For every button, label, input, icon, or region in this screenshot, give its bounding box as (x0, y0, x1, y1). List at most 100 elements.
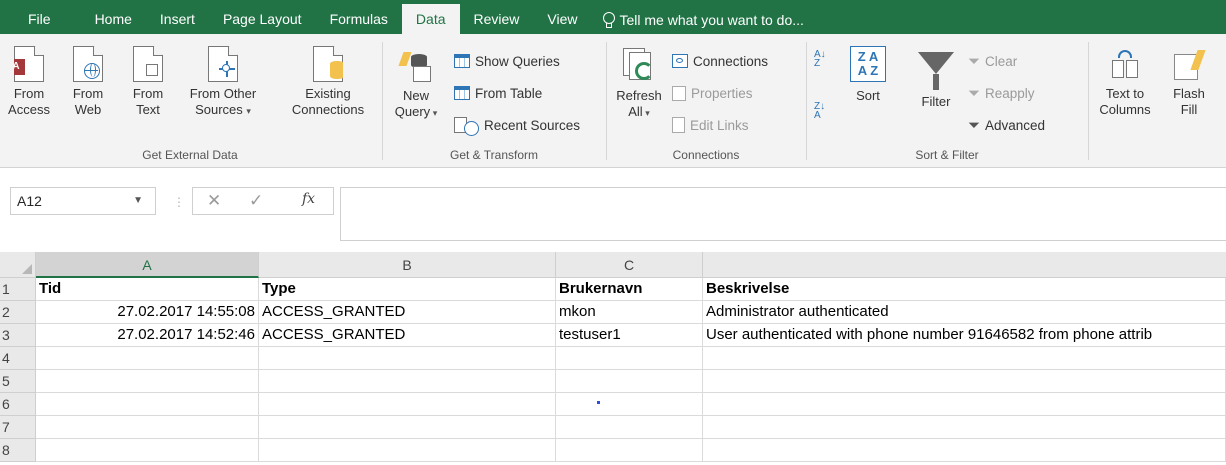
row-header[interactable]: 2 (0, 301, 36, 324)
tab-review[interactable]: Review (460, 6, 534, 34)
empty-cell[interactable] (556, 347, 703, 370)
sort-ascending-icon: A↓ Z (814, 49, 826, 69)
cancel-icon[interactable]: ✕ (207, 191, 221, 211)
reapply-button[interactable]: ⏷ Reapply (968, 82, 1035, 104)
chevron-down-icon[interactable]: ▼ (133, 188, 143, 214)
group-label: Get External Data (142, 148, 238, 162)
column-header-c[interactable]: C (556, 252, 703, 278)
row-header[interactable]: 5 (0, 370, 36, 393)
row-header[interactable]: 7 (0, 416, 36, 439)
cell-c3[interactable]: testuser1 (556, 324, 703, 347)
sort-icon: Z AA Z (850, 46, 886, 82)
column-header-a[interactable]: A (36, 252, 259, 278)
enter-check-icon[interactable]: ✓ (249, 191, 263, 211)
empty-cell[interactable] (703, 393, 1226, 416)
show-queries-button[interactable]: Show Queries (454, 50, 560, 72)
sort-z-to-a-button[interactable]: Z↓ A (814, 100, 825, 122)
flash-fill-button[interactable]: Flash Fill (1166, 50, 1212, 118)
existing-connections-button[interactable]: Existing Connections (280, 46, 376, 118)
empty-cell[interactable] (36, 416, 259, 439)
name-box[interactable]: A12 ▼ (10, 187, 156, 215)
from-other-sources-button[interactable]: From Other Sources ▾ (178, 46, 268, 119)
recent-sources-button[interactable]: Recent Sources (454, 114, 580, 136)
empty-cell[interactable] (556, 439, 703, 462)
empty-cell[interactable] (259, 347, 556, 370)
empty-cell[interactable] (259, 393, 556, 416)
empty-cell[interactable] (703, 439, 1226, 462)
filter-icon (918, 52, 954, 74)
select-all-button[interactable] (0, 252, 36, 278)
row-header[interactable]: 6 (0, 393, 36, 416)
empty-cell[interactable] (36, 347, 259, 370)
new-query-button[interactable]: New Query ▾ (390, 52, 442, 121)
chevron-down-icon: ▾ (246, 106, 251, 116)
column-header-b[interactable]: B (259, 252, 556, 278)
cell-a2[interactable]: 27.02.2017 14:55:08 (36, 301, 259, 324)
reapply-icon: ⏷ (968, 84, 981, 102)
from-text-button[interactable]: From Text (128, 46, 168, 118)
empty-cell[interactable] (36, 439, 259, 462)
empty-cell[interactable] (36, 370, 259, 393)
empty-cell[interactable] (556, 393, 703, 416)
cell-b1[interactable]: Type (259, 278, 556, 301)
cell-c2[interactable]: mkon (556, 301, 703, 324)
tab-file[interactable]: File (0, 6, 81, 34)
cell-d2[interactable]: Administrator authenticated (703, 301, 1226, 324)
cell-c1[interactable]: Brukernavn (556, 278, 703, 301)
empty-cell[interactable] (259, 416, 556, 439)
ribbon: A From Access From Web From Text From Ot… (0, 34, 1226, 168)
tab-insert[interactable]: Insert (146, 6, 209, 34)
sort-a-to-z-button[interactable]: A↓ Z (814, 50, 826, 72)
empty-cell[interactable] (259, 370, 556, 393)
tab-view[interactable]: View (533, 6, 591, 34)
cell-d1[interactable]: Beskrivelse (703, 278, 1226, 301)
flash-fill-icon (1174, 50, 1206, 82)
insert-function-icon[interactable]: fx (302, 191, 315, 207)
cell-b3[interactable]: ACCESS_GRANTED (259, 324, 556, 347)
formula-bar-grip-icon: ⋮ (173, 195, 185, 209)
clock-icon (464, 120, 479, 136)
new-query-icon (398, 52, 433, 84)
advanced-filter-button[interactable]: ⏷ Advanced (968, 114, 1045, 136)
connections-button[interactable]: Connections (672, 50, 768, 72)
row-header[interactable]: 4 (0, 347, 36, 370)
group-get-external-data: A From Access From Web From Text From Ot… (0, 38, 380, 166)
clear-filter-button[interactable]: ⏷ Clear (968, 50, 1017, 72)
text-file-icon (133, 46, 163, 82)
from-table-button[interactable]: From Table (454, 82, 542, 104)
filter-button[interactable]: Filter (912, 46, 960, 110)
column-header-d[interactable] (703, 252, 1226, 278)
empty-cell[interactable] (556, 416, 703, 439)
cell-a3[interactable]: 27.02.2017 14:52:46 (36, 324, 259, 347)
from-access-button[interactable]: A From Access (6, 46, 52, 118)
tab-page-layout[interactable]: Page Layout (209, 6, 316, 34)
empty-cell[interactable] (703, 370, 1226, 393)
formula-input[interactable] (340, 187, 1226, 241)
row-header[interactable]: 1 (0, 278, 36, 301)
empty-cell[interactable] (36, 393, 259, 416)
chevron-down-icon: ▾ (430, 108, 438, 118)
row-header[interactable]: 3 (0, 324, 36, 347)
empty-cell[interactable] (703, 416, 1226, 439)
empty-cell[interactable] (259, 439, 556, 462)
connections-icon (672, 54, 688, 68)
empty-cell[interactable] (556, 370, 703, 393)
tab-formulas[interactable]: Formulas (316, 6, 402, 34)
refresh-all-button[interactable]: Refresh All ▾ (612, 48, 666, 121)
properties-button[interactable]: Properties (672, 82, 753, 104)
tab-home[interactable]: Home (81, 6, 146, 34)
sort-descending-icon: Z↓ A (814, 101, 826, 121)
cell-d3[interactable]: User authenticated with phone number 916… (703, 324, 1226, 347)
text-to-columns-button[interactable]: Text to Columns (1094, 50, 1156, 118)
tell-me-box[interactable]: Tell me what you want to do... (592, 6, 814, 34)
cell-a1[interactable]: Tid (36, 278, 259, 301)
tell-me-text: Tell me what you want to do... (619, 12, 804, 28)
from-web-button[interactable]: From Web (68, 46, 108, 118)
cell-b2[interactable]: ACCESS_GRANTED (259, 301, 556, 324)
empty-cell[interactable] (703, 347, 1226, 370)
sort-button[interactable]: Z AA Z Sort (844, 46, 892, 104)
row-header[interactable]: 8 (0, 439, 36, 462)
ribbon-divider (1088, 42, 1089, 160)
tab-data[interactable]: Data (401, 4, 460, 34)
edit-links-button[interactable]: Edit Links (672, 114, 749, 136)
